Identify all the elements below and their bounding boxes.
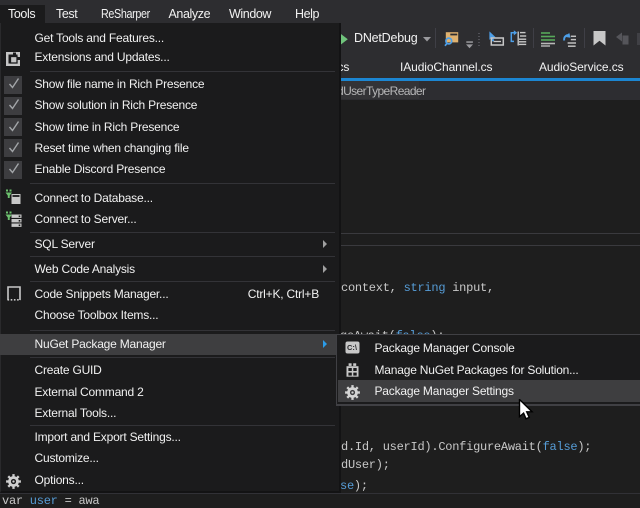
svg-text:C:\: C:\ [347, 343, 358, 352]
